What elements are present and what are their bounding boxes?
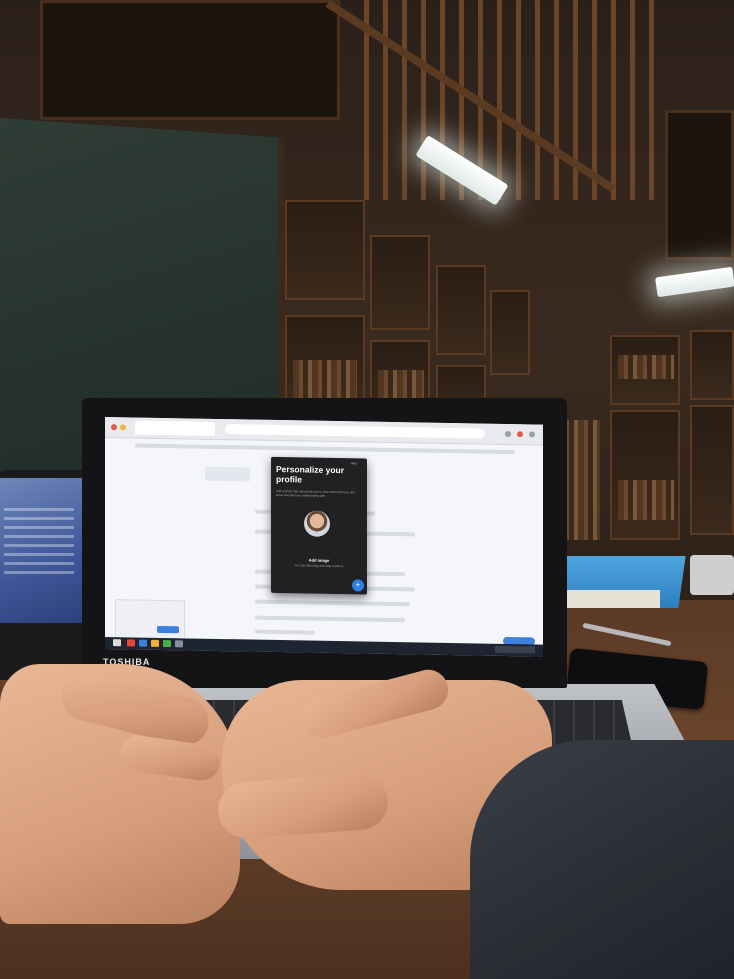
taskbar-app-icon[interactable] [151, 639, 159, 647]
browser-tab[interactable] [135, 420, 215, 436]
taskbar-app-icon[interactable] [163, 640, 171, 648]
background-text-line [255, 599, 410, 607]
sweater-sleeve [470, 740, 734, 979]
add-icon[interactable]: + [352, 579, 364, 592]
right-upper-bookcase [665, 110, 734, 260]
bookcase-pane [490, 290, 530, 375]
bookcase-pane [370, 235, 430, 330]
system-tray[interactable] [495, 645, 535, 654]
bookcase-pane [285, 200, 365, 300]
background-text-line [255, 629, 315, 635]
bookcase-pane [610, 410, 680, 540]
profile-avatar[interactable] [304, 510, 330, 537]
browser-icon[interactable] [111, 424, 117, 431]
balcony-railing [350, 0, 660, 200]
book-row [618, 480, 674, 520]
taskbar-app-icon[interactable] [139, 639, 147, 647]
avatar-caption [276, 541, 362, 543]
extension-icon[interactable] [505, 430, 511, 438]
desk-object [690, 555, 734, 595]
background-text-line [255, 615, 405, 623]
personalize-profile-modal: Skip Personalize your profile Add a phot… [271, 456, 367, 595]
address-bar[interactable] [225, 424, 485, 439]
laptop-screen: Skip Personalize your profile Add a phot… [105, 417, 543, 657]
book-row [293, 360, 357, 400]
taskbar-app-icon[interactable] [175, 640, 183, 648]
menu-icon[interactable] [529, 431, 535, 438]
extension-icon[interactable] [517, 431, 523, 438]
skip-link[interactable]: Skip [351, 461, 357, 465]
start-icon[interactable] [113, 639, 121, 647]
book-row [618, 355, 674, 379]
add-image-hint: You can also drag and drop a picture [294, 563, 344, 569]
taskbar-app-icon[interactable] [127, 639, 135, 647]
bookmark-bar [135, 443, 515, 455]
upper-bookcase [40, 0, 340, 120]
screen-text-lines [4, 508, 74, 578]
bookcase-pane [690, 405, 734, 535]
right-thumb [216, 772, 390, 840]
modal-description: Add a photo that represents you to help … [276, 488, 355, 498]
notice-card [115, 599, 185, 641]
modal-title: Personalize your profile [276, 463, 345, 484]
notice-button[interactable] [157, 625, 179, 634]
bookcase-pane [436, 265, 486, 355]
bookcase-pane [690, 330, 734, 400]
browser-icon[interactable] [120, 424, 126, 431]
paper-stack [560, 590, 660, 608]
side-panel-item[interactable] [205, 466, 250, 482]
